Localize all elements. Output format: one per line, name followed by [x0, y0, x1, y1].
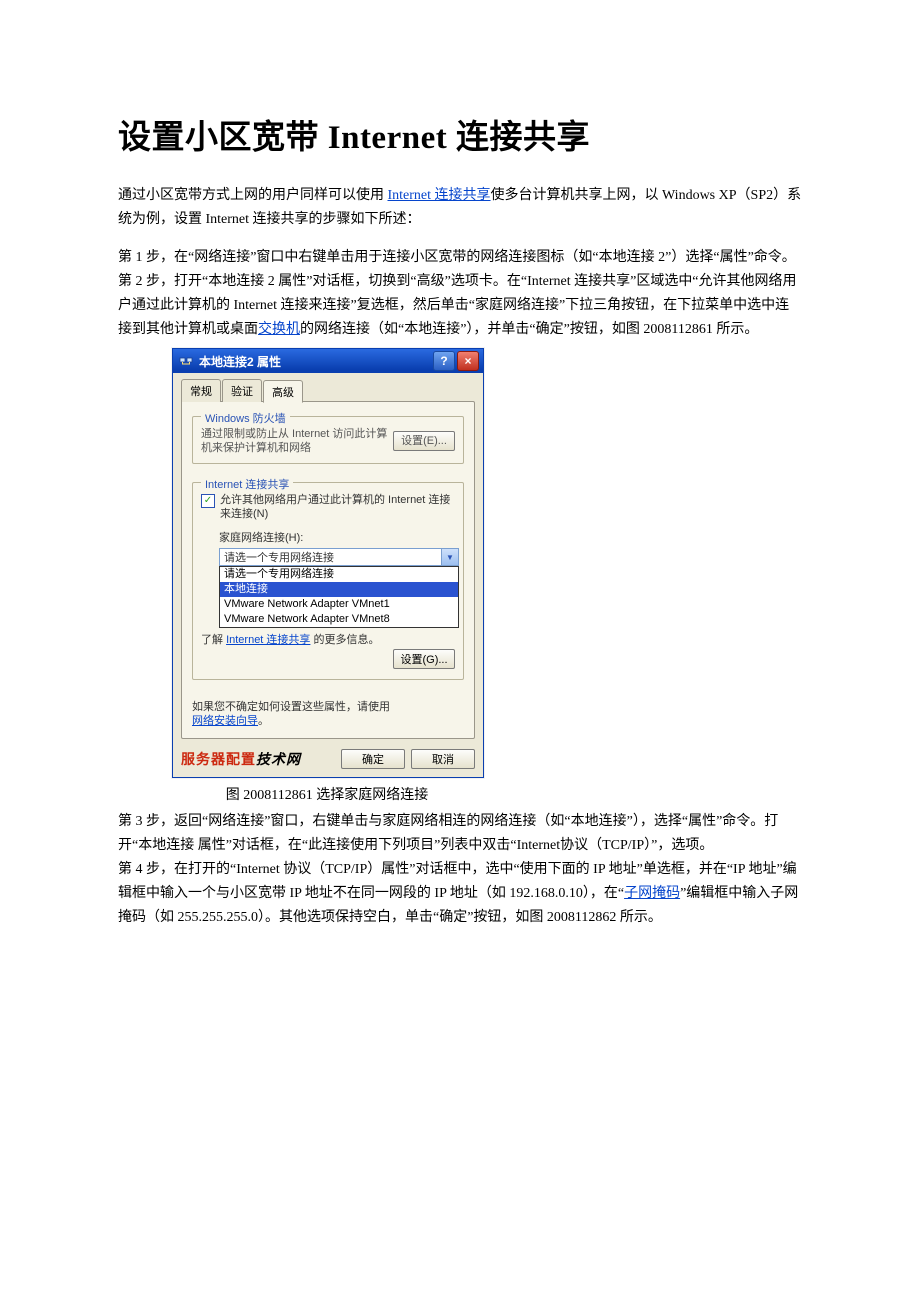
ics-group: Internet 连接共享 ✓ 允许其他网络用户通过此计算机的 Internet…	[192, 482, 464, 680]
cancel-button[interactable]: 取消	[411, 749, 475, 769]
step1: 第 1 步，在“网络连接”窗口中右键单击用于连接小区宽带的网络连接图标（如“本地…	[118, 246, 802, 270]
tab-auth[interactable]: 验证	[222, 379, 262, 402]
checkbox-icon: ✓	[201, 494, 215, 508]
network-icon	[179, 354, 193, 368]
ics-link[interactable]: Internet 连接共享	[388, 188, 491, 203]
close-button[interactable]: ×	[457, 351, 479, 371]
intro-pre: 通过小区宽带方式上网的用户同样可以使用	[118, 188, 388, 203]
figure-caption: 图 2008112861 选择家庭网络连接	[118, 784, 482, 804]
learn-post: 的更多信息。	[310, 634, 379, 646]
learn-pre: 了解	[201, 634, 226, 646]
home-network-combo[interactable]: 请选一个专用网络连接 ▼	[219, 548, 459, 566]
allow-share-checkbox[interactable]: ✓ 允许其他网络用户通过此计算机的 Internet 连接来连接(N)	[201, 493, 455, 521]
learn-link[interactable]: Internet 连接共享	[226, 634, 310, 646]
brand2: 技术网	[256, 751, 301, 767]
option-local-connection[interactable]: 本地连接	[220, 582, 458, 597]
step4: 第 4 步，在打开的“Internet 协议（TCP/IP）属性”对话框中，选中…	[118, 858, 802, 930]
subnet-mask-link[interactable]: 子网掩码	[624, 886, 680, 901]
network-wizard-link[interactable]: 网络安装向导	[192, 715, 258, 727]
step2-post: 的网络连接（如“本地连接”），并单击“确定”按钮，如图 2008112861 所…	[300, 322, 758, 337]
combo-value: 请选一个专用网络连接	[220, 549, 441, 565]
option-placeholder[interactable]: 请选一个专用网络连接	[220, 567, 458, 582]
firewall-group: Windows 防火墙 通过限制或防止从 Internet 访问此计算机来保护计…	[192, 416, 464, 464]
page-title: 设置小区宽带 Internet 连接共享	[118, 110, 802, 158]
tab-strip: 常规 验证 高级	[181, 379, 475, 402]
dialog-title: 本地连接2 属性	[199, 353, 431, 370]
ok-button[interactable]: 确定	[341, 749, 405, 769]
learn-more: 了解 Internet 连接共享 的更多信息。	[201, 631, 455, 647]
firewall-settings-button[interactable]: 设置(E)...	[393, 431, 455, 451]
dialog-titlebar: 本地连接2 属性 ? ×	[173, 349, 483, 373]
step3: 第 3 步，返回“网络连接”窗口，右键单击与家庭网络相连的网络连接（如“本地连接…	[118, 810, 802, 858]
tab-general[interactable]: 常规	[181, 379, 221, 402]
intro-paragraph: 通过小区宽带方式上网的用户同样可以使用 Internet 连接共享使多台计算机共…	[118, 184, 802, 232]
allow-share-label: 允许其他网络用户通过此计算机的 Internet 连接来连接(N)	[220, 493, 455, 521]
help-button[interactable]: ?	[433, 351, 455, 371]
brand-watermark: 服务器配置技术网	[181, 749, 301, 769]
wizard-hint: 如果您不确定如何设置这些属性，请使用 网络安装向导。	[192, 700, 464, 728]
firewall-legend: Windows 防火墙	[201, 410, 290, 426]
switch-link[interactable]: 交换机	[258, 322, 300, 337]
home-network-dropdown: 请选一个专用网络连接 本地连接 VMware Network Adapter V…	[219, 566, 459, 628]
option-vmnet8[interactable]: VMware Network Adapter VMnet8	[220, 612, 458, 627]
firewall-text: 通过限制或防止从 Internet 访问此计算机来保护计算机和网络	[201, 427, 393, 455]
dialog-footer: 服务器配置技术网 确定 取消	[173, 743, 483, 777]
step2: 第 2 步，打开“本地连接 2 属性”对话框，切换到“高级”选项卡。在“Inte…	[118, 270, 802, 342]
ics-legend: Internet 连接共享	[201, 476, 293, 492]
home-network-label: 家庭网络连接(H):	[219, 529, 455, 545]
properties-dialog: 本地连接2 属性 ? × 常规 验证 高级 Windows 防火墙 通过限制或防…	[172, 348, 484, 778]
tab-panel-advanced: Windows 防火墙 通过限制或防止从 Internet 访问此计算机来保护计…	[181, 401, 475, 739]
brand1: 服务器配置	[181, 751, 256, 767]
hint-pre: 如果您不确定如何设置这些属性，请使用	[192, 701, 390, 713]
tab-advanced[interactable]: 高级	[263, 380, 303, 403]
option-vmnet1[interactable]: VMware Network Adapter VMnet1	[220, 597, 458, 612]
chevron-down-icon: ▼	[441, 549, 458, 565]
ics-settings-button[interactable]: 设置(G)...	[393, 649, 455, 669]
